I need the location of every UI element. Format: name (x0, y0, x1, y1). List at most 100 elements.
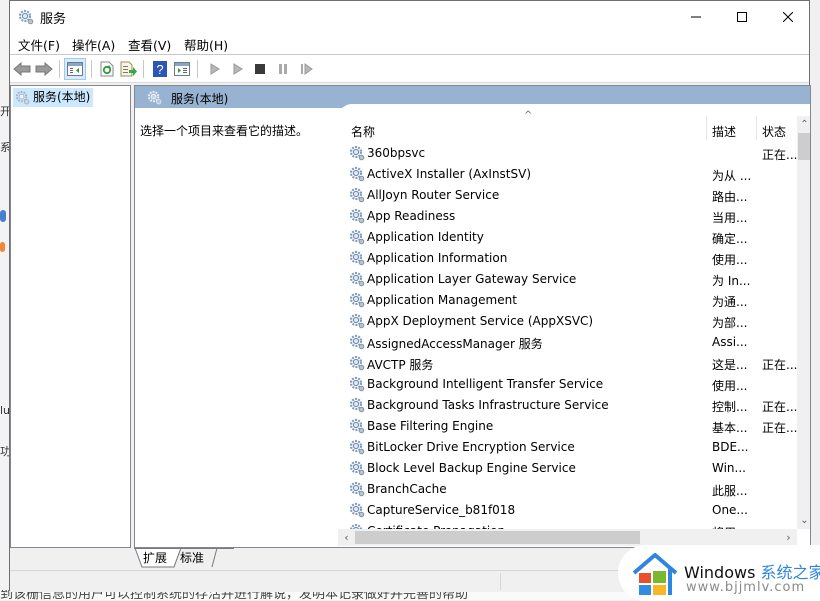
properties-button[interactable] (171, 58, 193, 80)
service-row[interactable]: AssignedAccessManager 服务 Assi... (338, 332, 797, 353)
service-name: 360bpsvc (367, 146, 426, 160)
service-name: Application Information (367, 251, 508, 265)
service-row[interactable]: BitLocker Drive Encryption Service BDE... (338, 437, 797, 458)
service-name: CaptureService_b81f018 (367, 503, 516, 517)
services-gear-icon (15, 90, 30, 105)
pause-service-button[interactable] (272, 58, 294, 80)
vertical-scrollbar[interactable]: ⌃ ⌄ (797, 116, 810, 529)
close-icon (783, 11, 793, 22)
service-gear-icon (349, 229, 365, 245)
service-row[interactable]: Background Intelligent Transfer Service 使… (338, 374, 797, 395)
service-row[interactable]: Application Management 为通... (338, 290, 797, 311)
stop-service-button[interactable] (249, 58, 271, 80)
column-header-name[interactable]: 名称 (351, 123, 375, 140)
help-button[interactable]: ? (149, 58, 171, 80)
services-rows: 360bpsvc 正在... ActiveX Installer (AxInstSV… (338, 143, 797, 529)
background-text: 开 (0, 105, 9, 118)
service-gear-icon (349, 397, 365, 413)
service-row[interactable]: BranchCache 此服... (338, 479, 797, 500)
console-tree: 服务(本地) (10, 85, 131, 548)
horizontal-scrollbar[interactable]: ‹ › (338, 529, 797, 546)
resume-service-button[interactable] (295, 58, 317, 80)
column-divider[interactable] (706, 116, 707, 140)
service-gear-icon (349, 502, 365, 518)
service-row[interactable]: Base Filtering Engine 基本... 正在... (338, 416, 797, 437)
service-gear-icon (349, 271, 365, 287)
service-row[interactable]: ActiveX Installer (AxInstSV) 为从 ... (338, 164, 797, 185)
service-status: 正在... (762, 421, 797, 435)
tree-item-services-local[interactable]: 服务(本地) (13, 88, 94, 107)
menu-bar: 文件(F) 操作(A) 查看(V) 帮助(H) (10, 32, 809, 55)
properties-icon (174, 62, 190, 76)
scroll-down-icon[interactable]: ⌄ (797, 512, 810, 529)
menu-file[interactable]: 文件(F) (18, 35, 60, 54)
maximize-button[interactable] (719, 1, 765, 32)
background-text: lu (0, 404, 9, 417)
scroll-right-icon[interactable]: › (780, 529, 797, 546)
service-status: 正在... (762, 358, 797, 372)
tab-standard[interactable]: 标准 (172, 548, 212, 568)
column-header-status[interactable]: 状态 (762, 123, 786, 140)
service-row[interactable]: Certificate Propagation将用... (338, 521, 797, 529)
stop-icon (255, 64, 265, 74)
refresh-icon (100, 61, 114, 77)
service-row[interactable]: Block Level Backup Engine Service Win... (338, 458, 797, 479)
scroll-left-icon[interactable]: ‹ (338, 529, 355, 546)
close-button[interactable] (765, 1, 811, 32)
toolbar-separator (197, 60, 198, 78)
service-name: AVCTP 服务 (367, 358, 434, 372)
service-row[interactable]: AppX Deployment Service (AppXSVC) 为部... (338, 311, 797, 332)
service-description: 确定... (712, 232, 748, 246)
service-name: Block Level Backup Engine Service (367, 461, 576, 475)
content-pane: 服务(本地) 选择一个项目来查看它的描述。 ^ 名称 描述 状态 360bpsv… (134, 85, 811, 548)
service-gear-icon (349, 313, 365, 329)
service-description: BDE... (712, 440, 749, 454)
service-row[interactable]: Background Tasks Infrastructure Service 控… (338, 395, 797, 416)
service-row[interactable]: AllJoyn Router Service 路由... (338, 185, 797, 206)
forward-arrow-icon (35, 62, 53, 76)
menu-view[interactable]: 查看(V) (128, 35, 171, 54)
maximize-icon (737, 11, 747, 22)
horizontal-scroll-thumb[interactable] (355, 531, 640, 544)
scroll-up-icon[interactable]: ⌃ (797, 116, 810, 133)
service-row[interactable]: AVCTP 服务 这是... 正在... (338, 353, 797, 374)
menu-help[interactable]: 帮助(H) (184, 35, 228, 54)
back-button[interactable] (11, 58, 33, 80)
service-row[interactable]: Application Layer Gateway Service 为 In... (338, 269, 797, 290)
show-hide-console-tree-button[interactable] (64, 58, 86, 80)
tab-extended[interactable]: 扩展 (135, 548, 175, 568)
menu-action[interactable]: 操作(A) (72, 35, 115, 54)
service-gear-icon (349, 166, 365, 182)
service-row[interactable]: App Readiness 当用... (338, 206, 797, 227)
background-icon (0, 242, 5, 252)
start-service-button[interactable] (204, 58, 226, 80)
service-name: BitLocker Drive Encryption Service (367, 440, 575, 454)
vertical-scroll-thumb[interactable] (798, 133, 810, 160)
service-row[interactable]: CaptureService_b81f018 One... (338, 500, 797, 521)
sort-ascending-icon: ^ (524, 110, 533, 121)
service-description: Win... (712, 461, 746, 475)
service-name: AllJoyn Router Service (367, 188, 500, 202)
service-row[interactable]: Application Information 使用... (338, 248, 797, 269)
service-description: 为通... (712, 295, 748, 309)
service-row[interactable]: Application Identity 确定... (338, 227, 797, 248)
minimize-icon (691, 16, 701, 17)
minimize-button[interactable] (673, 1, 719, 32)
column-header-description[interactable]: 描述 (712, 123, 736, 140)
export-list-button[interactable] (118, 58, 140, 80)
forward-button[interactable] (33, 58, 55, 80)
service-gear-icon (349, 334, 365, 350)
services-gear-icon (147, 90, 162, 105)
title-bar: 服务 (10, 1, 809, 32)
column-divider[interactable] (756, 116, 757, 140)
service-gear-icon (349, 292, 365, 308)
service-row[interactable]: 360bpsvc 正在... (338, 143, 797, 164)
service-description: One... (712, 503, 748, 517)
tree-item-label: 服务(本地) (33, 90, 91, 104)
back-arrow-icon (13, 62, 31, 76)
start-with-params-button[interactable] (227, 58, 249, 80)
background-text: 系 (0, 141, 9, 154)
refresh-button[interactable] (96, 58, 118, 80)
service-gear-icon (349, 250, 365, 266)
service-name: Background Intelligent Transfer Service (367, 377, 604, 391)
